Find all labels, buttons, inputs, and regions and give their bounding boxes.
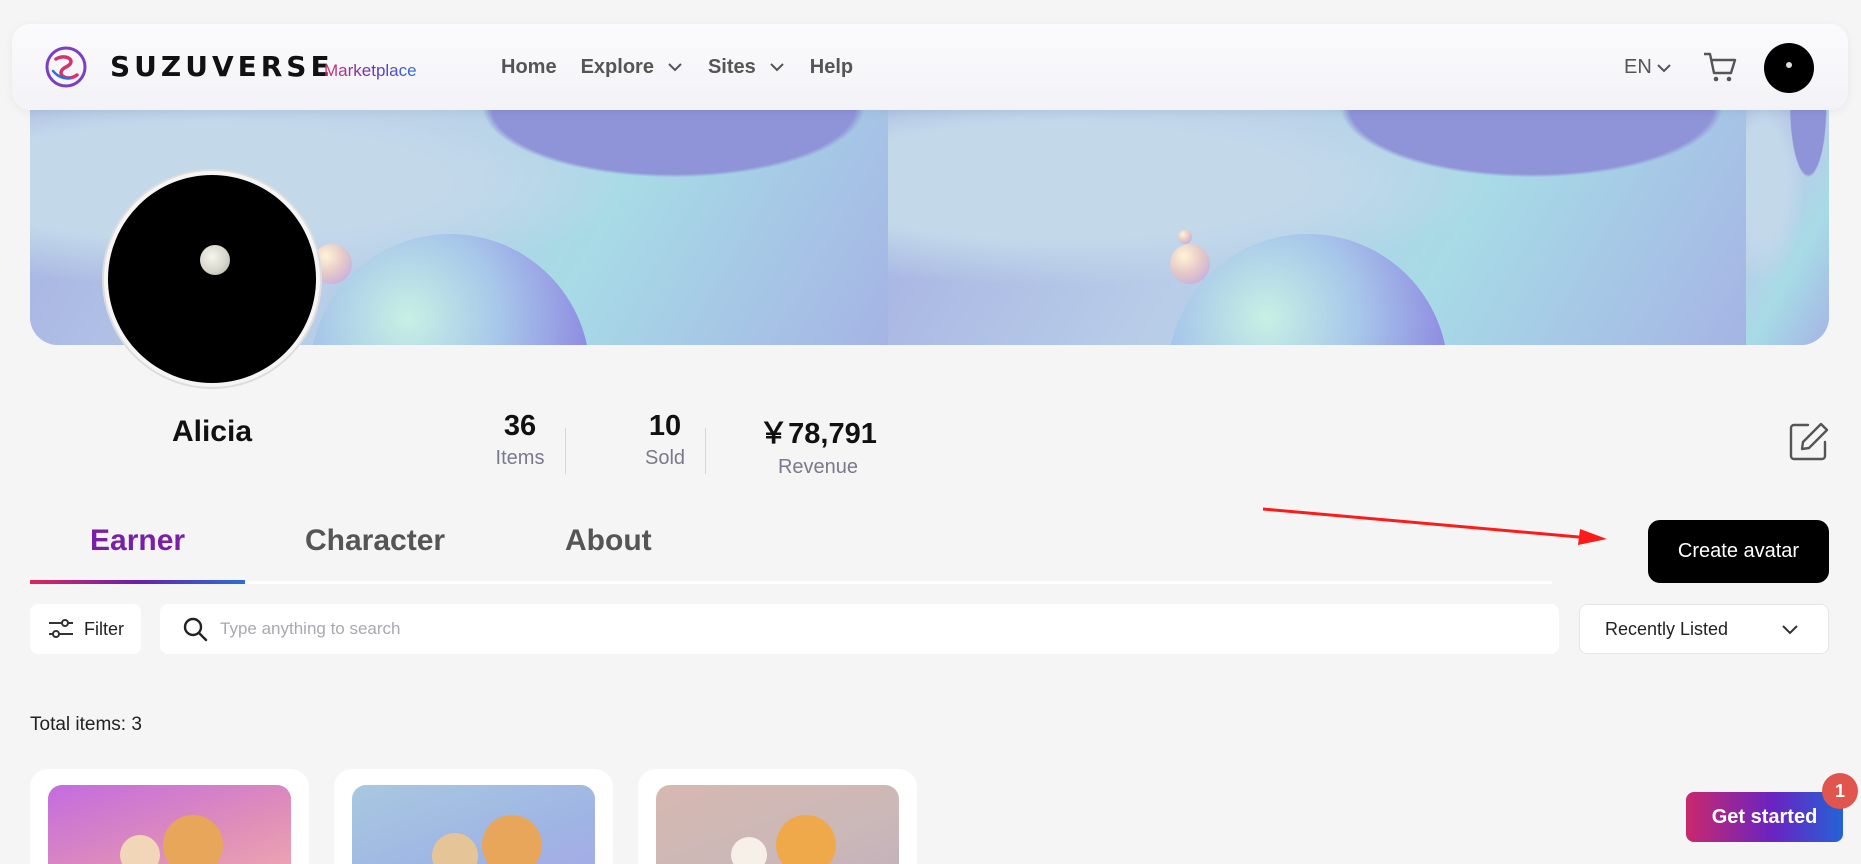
language-selector[interactable]: EN <box>1624 56 1672 79</box>
tab-about[interactable]: About <box>565 524 652 558</box>
active-tab-underline <box>30 580 245 584</box>
character-accessory-icon <box>432 833 478 864</box>
stat-divider <box>565 428 566 474</box>
notification-badge: 1 <box>1822 773 1858 809</box>
stat-revenue-value: ￥78,791 <box>759 418 877 450</box>
item-card[interactable] <box>30 769 309 864</box>
sort-value: Recently Listed <box>1605 618 1729 639</box>
total-items-label: Total items: 3 <box>30 714 142 735</box>
nav-explore[interactable]: Explore <box>581 56 684 79</box>
item-card-image <box>352 785 595 864</box>
get-started-button[interactable]: Get started <box>1686 792 1843 842</box>
brand-name[interactable]: SUZUVERSE <box>110 50 334 83</box>
create-avatar-button[interactable]: Create avatar <box>1648 520 1829 583</box>
tab-earner[interactable]: Earner <box>90 524 185 558</box>
profile-tabs: Earner Character About <box>30 520 1552 584</box>
nav-sites[interactable]: Sites <box>708 56 786 79</box>
character-accessory-icon <box>120 835 160 864</box>
banner-bubble <box>1178 230 1192 244</box>
item-card[interactable] <box>334 769 613 864</box>
item-card-image <box>48 785 291 864</box>
banner-bubble <box>1170 244 1210 284</box>
brand-subtitle[interactable]: Marketplace <box>324 61 417 81</box>
stat-divider <box>705 428 706 474</box>
search-input[interactable] <box>220 619 1520 639</box>
edit-profile-icon[interactable] <box>1788 420 1830 462</box>
filter-button[interactable]: Filter <box>30 604 141 654</box>
chevron-down-icon <box>770 63 784 72</box>
banner-panel <box>1746 94 1829 345</box>
stat-revenue: ￥78,791 Revenue <box>738 410 898 479</box>
nav-help[interactable]: Help <box>810 56 853 79</box>
chevron-down-icon <box>1657 63 1671 72</box>
banner-sphere <box>1168 234 1448 345</box>
shiba-character-icon <box>776 815 836 864</box>
language-label: EN <box>1624 56 1652 78</box>
cart-icon[interactable] <box>1702 49 1738 85</box>
banner-sphere <box>310 234 590 345</box>
item-card[interactable] <box>638 769 917 864</box>
item-card-image <box>656 785 899 864</box>
nav-explore-label: Explore <box>580 55 654 78</box>
stat-revenue-label: Revenue <box>777 456 859 478</box>
chevron-down-icon <box>668 63 682 72</box>
nav-home[interactable]: Home <box>501 56 557 79</box>
banner-panel <box>888 94 1746 345</box>
shiba-character-icon <box>482 815 542 864</box>
chevron-down-icon <box>1782 625 1798 635</box>
sort-dropdown[interactable]: Recently Listed <box>1579 604 1829 654</box>
stat-sold-value: 10 <box>648 410 682 442</box>
top-navbar: SUZUVERSE Marketplace Home Explore Sites… <box>12 24 1848 110</box>
profile-name: Alicia <box>171 415 253 448</box>
user-avatar[interactable] <box>1764 43 1814 93</box>
nav-help-label: Help <box>809 55 854 78</box>
profile-avatar[interactable] <box>104 171 320 387</box>
stat-sold-label: Sold <box>644 447 686 469</box>
tab-character[interactable]: Character <box>305 524 445 558</box>
nav-sites-label: Sites <box>707 55 756 78</box>
main-nav: Home Explore Sites Help <box>501 24 877 110</box>
stat-sold: 10 Sold <box>600 410 730 470</box>
tabs-track <box>30 581 1552 584</box>
nav-home-label: Home <box>501 55 557 78</box>
sliders-icon <box>49 619 73 638</box>
search-bar <box>160 604 1559 654</box>
moon-icon <box>200 245 230 275</box>
shiba-character-icon <box>163 815 223 864</box>
filter-label: Filter <box>84 618 124 639</box>
suzuverse-logo-icon[interactable] <box>44 45 88 89</box>
character-accessory-icon <box>731 837 767 864</box>
search-icon <box>183 617 208 642</box>
